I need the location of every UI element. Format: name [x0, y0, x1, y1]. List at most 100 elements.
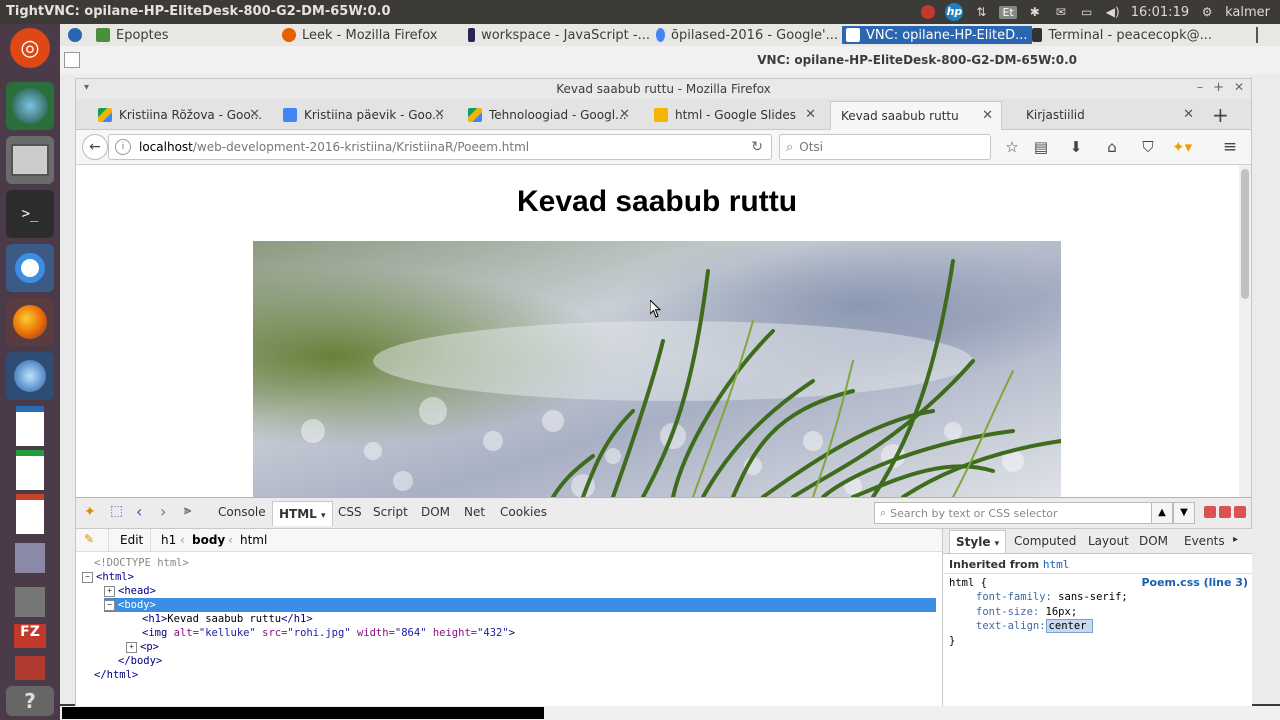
help-icon[interactable]: ?: [6, 686, 54, 716]
tree-body-close[interactable]: </body>: [118, 654, 162, 668]
tab-kristiina-paevik[interactable]: Kristiina päevik - Goo... ✕: [261, 101, 453, 129]
app-menu-icon[interactable]: [68, 26, 82, 44]
task-vnc[interactable]: VNC: opilane-HP-EliteD...: [842, 26, 1032, 44]
html-edit-icon[interactable]: ✎: [84, 532, 94, 546]
back-arrow-icon[interactable]: ‹: [136, 502, 142, 521]
fb-close-icon[interactable]: [1234, 506, 1246, 518]
bookmark-star-icon[interactable]: ☆: [1002, 137, 1022, 157]
close-tab-icon[interactable]: ✕: [1183, 107, 1194, 122]
keyboard-layout[interactable]: Et: [999, 5, 1017, 19]
panel-handle-icon[interactable]: [1256, 26, 1270, 44]
scrollbar-thumb[interactable]: [1241, 169, 1249, 299]
close-icon[interactable]: ✕: [1234, 80, 1244, 94]
files-icon[interactable]: [6, 136, 54, 184]
home-icon[interactable]: ⌂: [1102, 137, 1122, 157]
css-rule-source[interactable]: Poem.css (line 3): [1141, 576, 1248, 589]
writer-icon[interactable]: [6, 406, 54, 446]
fb-tab-console[interactable]: Console: [218, 505, 266, 519]
info-icon[interactable]: i: [115, 139, 131, 155]
network-icon[interactable]: ⇅: [973, 4, 989, 20]
tab-kevad-saabub-ruttu[interactable]: Kevad saabub ruttu ✕: [830, 101, 1002, 130]
reload-icon[interactable]: ↻: [751, 139, 763, 155]
css-prop-font-size[interactable]: font-size: 16px;: [976, 606, 1077, 618]
inspect-icon[interactable]: ⬚: [110, 503, 123, 519]
download-icon[interactable]: ⬇: [1066, 137, 1086, 157]
fb-tab-dom[interactable]: DOM: [421, 505, 450, 519]
vnc-window-icon[interactable]: [64, 52, 80, 68]
task-epoptes[interactable]: Epoptes: [96, 26, 246, 44]
fb-tab-cookies[interactable]: Cookies: [500, 505, 547, 519]
pocket-icon[interactable]: ⛉: [1138, 137, 1158, 157]
close-tab-icon[interactable]: ✕: [434, 107, 445, 122]
tree-head[interactable]: + <head>: [104, 584, 156, 598]
maximize-icon[interactable]: +: [1213, 80, 1224, 95]
scrollbar-thumb[interactable]: [62, 707, 544, 719]
back-icon[interactable]: ←: [82, 134, 108, 160]
edit-button[interactable]: Edit: [120, 533, 143, 547]
tree-html-close[interactable]: </html>: [94, 668, 138, 682]
tree-body-selected[interactable]: − <body>: [104, 598, 936, 612]
side-tab-events[interactable]: Events: [1184, 534, 1225, 548]
task-terminal[interactable]: Terminal - peacecopk@...: [1032, 26, 1212, 44]
minimize-icon[interactable]: –: [1197, 80, 1203, 94]
terminal-icon[interactable]: >_: [6, 190, 54, 238]
app-icon[interactable]: [6, 654, 54, 682]
tab-kristiina-rozova[interactable]: Kristiina Rõžova - Goo... ✕: [76, 101, 268, 129]
clock[interactable]: 16:01:19: [1131, 5, 1189, 20]
css-prop-text-align[interactable]: text-align: center: [976, 619, 1094, 633]
prop-value-editing[interactable]: center: [1045, 619, 1094, 633]
battery-icon[interactable]: ▭: [1079, 4, 1095, 20]
tree-html[interactable]: − <html>: [82, 570, 134, 584]
app-icon[interactable]: [6, 582, 54, 622]
close-tab-icon[interactable]: ✕: [805, 107, 816, 122]
task-firefox-leek[interactable]: Leek - Mozilla Firefox: [282, 26, 452, 44]
fb-search-input[interactable]: ⌕ Search by text or CSS selector: [874, 502, 1152, 524]
side-tab-dom[interactable]: DOM: [1139, 534, 1168, 548]
fb-tab-net[interactable]: Net: [464, 505, 485, 519]
side-tab-layout[interactable]: Layout: [1088, 534, 1129, 548]
record-icon[interactable]: [921, 5, 936, 19]
impress-icon[interactable]: [6, 494, 54, 534]
thunderbird-icon[interactable]: [6, 352, 54, 400]
volume-icon[interactable]: ◀): [1105, 4, 1121, 20]
fb-tab-script[interactable]: Script: [373, 505, 408, 519]
mail-icon[interactable]: ✉: [1053, 4, 1069, 20]
crumb-body[interactable]: body: [192, 533, 225, 547]
close-tab-icon[interactable]: ✕: [249, 107, 260, 122]
globe-icon[interactable]: [6, 82, 54, 130]
tab-html-slides[interactable]: html - Google Slides ✕: [632, 101, 824, 129]
firebug-menu-icon[interactable]: ✦: [84, 504, 96, 520]
task-chrome[interactable]: õpilased-2016 - Google'...: [656, 26, 838, 44]
chromium-icon[interactable]: [6, 244, 54, 292]
page-scrollbar[interactable]: [1239, 165, 1251, 497]
tree-p[interactable]: + <p>: [126, 640, 159, 654]
collapse-icon[interactable]: −: [82, 571, 93, 583]
tab-kirjastiilid[interactable]: Kirjastiilid ✕: [1016, 101, 1202, 129]
tab-tehnoloogiad[interactable]: Tehnoloogiad - Googl... ✕: [446, 101, 638, 129]
expand-icon[interactable]: +: [126, 641, 137, 653]
expand-icon[interactable]: +: [104, 585, 115, 597]
firefox-icon[interactable]: [6, 298, 54, 346]
side-tab-computed[interactable]: Computed: [1014, 534, 1076, 548]
menu-icon[interactable]: ≡: [1220, 137, 1240, 157]
user-name[interactable]: kalmer: [1225, 5, 1270, 20]
collapse-icon[interactable]: −: [104, 599, 115, 611]
close-tab-icon[interactable]: ✕: [619, 107, 630, 122]
search-next-icon[interactable]: ▼: [1173, 502, 1195, 524]
close-tab-icon[interactable]: ✕: [982, 108, 993, 123]
command-line-icon[interactable]: ⫸: [184, 503, 191, 518]
side-tabs-more-icon[interactable]: ▸: [1233, 534, 1238, 545]
new-tab-icon[interactable]: +: [1212, 103, 1229, 127]
forward-arrow-icon[interactable]: ›: [160, 502, 166, 521]
search-prev-icon[interactable]: ▲: [1151, 502, 1173, 524]
hp-icon[interactable]: hp: [945, 3, 964, 21]
search-bar[interactable]: ⌕ Otsi: [779, 134, 991, 160]
css-selector[interactable]: html {: [949, 577, 987, 589]
app-icon[interactable]: [6, 538, 54, 578]
crumb-html[interactable]: html: [240, 533, 267, 547]
reading-list-icon[interactable]: ▤: [1031, 137, 1051, 157]
url-bar[interactable]: i localhost/web-development-2016-kristii…: [108, 134, 772, 160]
gear-icon[interactable]: ⚙: [1199, 4, 1215, 20]
ubuntu-icon[interactable]: ◎: [10, 28, 50, 68]
firebug-icon[interactable]: ✦▾: [1172, 137, 1192, 157]
